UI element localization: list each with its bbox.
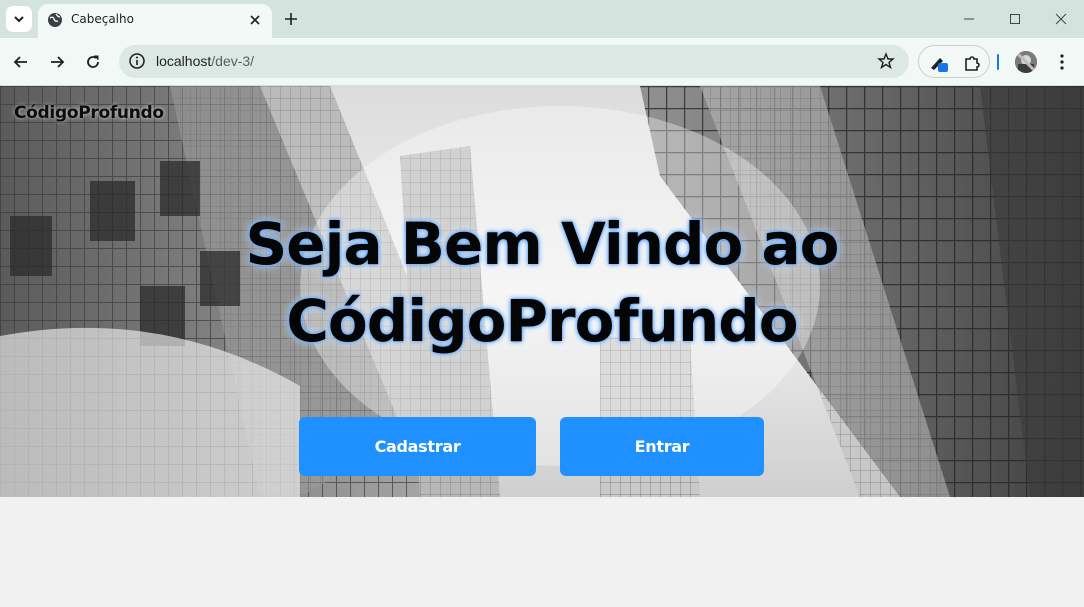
reload-icon[interactable] [82,51,104,73]
headline-line-1: Seja Bem Vindo ao [245,210,839,278]
hero-section: CódigoProfundo Seja Bem Vindo ao CódigoP… [0,86,1084,497]
tab-search-icon[interactable] [6,6,32,32]
url-text: localhost/dev-3/ [156,53,255,69]
maximize-icon[interactable] [1004,8,1026,30]
extension-pen-icon[interactable] [928,52,950,74]
minimize-icon[interactable] [958,8,980,30]
avatar[interactable] [1015,51,1037,73]
info-icon[interactable] [128,52,146,74]
forward-arrow-icon[interactable] [46,51,68,73]
star-icon[interactable] [877,52,895,74]
page-content-area [0,497,1084,607]
tab-strip: Cabeçalho [0,0,1084,38]
kebab-menu-icon[interactable] [1051,51,1073,73]
register-button[interactable]: Cadastrar [299,417,536,476]
plus-icon[interactable] [281,9,301,29]
brand-logo[interactable]: CódigoProfundo [14,103,164,123]
address-bar[interactable]: localhost/dev-3/ [119,45,909,78]
active-tab[interactable]: Cabeçalho [38,4,272,38]
welcome-headline: Seja Bem Vindo ao CódigoProfundo [0,206,1084,360]
back-arrow-icon[interactable] [10,51,32,73]
puzzle-icon[interactable] [961,52,983,74]
close-icon[interactable] [246,11,264,29]
headline-line-2: CódigoProfundo [286,287,798,355]
extensions-group [918,45,990,78]
globe-icon [47,12,63,32]
browser-toolbar: localhost/dev-3/ [0,38,1084,86]
window-close-icon[interactable] [1050,8,1072,30]
tab-title: Cabeçalho [71,12,134,26]
login-button[interactable]: Entrar [560,417,764,476]
toolbar-divider [997,54,999,70]
